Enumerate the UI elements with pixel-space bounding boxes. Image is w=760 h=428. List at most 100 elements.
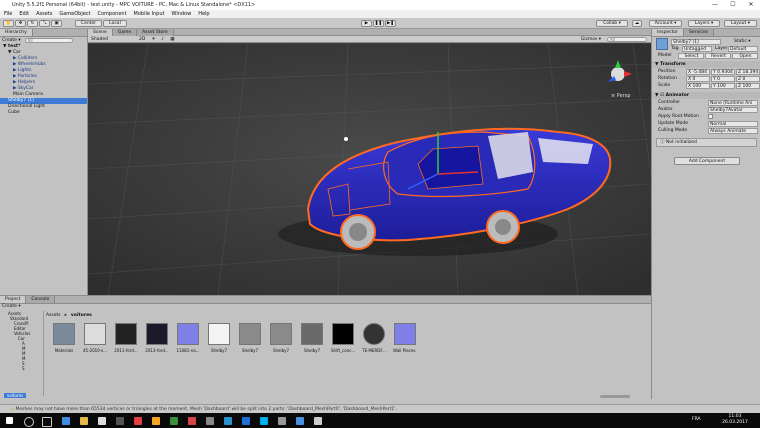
app-icon[interactable] [206,417,214,425]
transform-header[interactable]: ▼ Transform [652,61,760,68]
center-toggle[interactable]: Center [75,20,102,27]
prefab-select-button[interactable]: Select [678,53,704,59]
controller-field[interactable]: None (Runtime Ani [708,100,758,106]
scale-tool-icon[interactable]: ⤡ [39,20,50,27]
2d-toggle[interactable]: 2D [139,36,145,43]
rotation-y-field[interactable]: Y 0 [711,76,735,82]
position-x-field[interactable]: X -5.484 [686,69,710,75]
status-bar[interactable]: ⚠ Meshes may not have more than 65534 ve… [0,404,760,413]
position-y-field[interactable]: Y 0.9304 [711,69,735,75]
step-button[interactable]: ▶❚ [385,20,396,27]
scene-search-input[interactable]: All [607,36,647,42]
asset-tile[interactable]: Shelby7 [238,323,262,353]
avatar-field[interactable]: Shelby7Avatar [708,107,758,113]
app-icon[interactable] [134,417,142,425]
culling-mode-dropdown[interactable]: Always Animate [708,128,758,134]
prefab-open-button[interactable]: Open [732,53,758,59]
windows-start-icon[interactable] [6,417,13,424]
hand-tool-icon[interactable]: ✋ [3,20,14,27]
tab-services[interactable]: Services [684,29,714,36]
search-icon[interactable] [24,417,34,427]
asset-tile[interactable]: 2011-ford... [114,323,138,353]
minimize-button[interactable]: — [706,0,724,10]
effects-toggle-icon[interactable]: ▦ [170,36,174,43]
store-icon[interactable] [98,417,106,425]
prefab-revert-button[interactable]: Revert [705,53,731,59]
skype-icon[interactable] [260,417,268,425]
app-icon[interactable] [296,417,304,425]
app-icon[interactable] [224,417,232,425]
local-toggle[interactable]: Local [103,20,127,27]
tag-dropdown[interactable]: Untagged [682,46,712,52]
asset-tile[interactable]: Shelby7 [269,323,293,353]
hierarchy-create-button[interactable]: Create ▾ [2,38,21,43]
scale-z-field[interactable]: Z 100 [736,83,760,89]
play-button[interactable]: ▶ [361,20,372,27]
hierarchy-item-cube[interactable]: Cube [8,110,20,116]
scale-y-field[interactable]: Y 100 [711,83,735,89]
scale-x-field[interactable]: X 100 [686,83,710,89]
layers-dropdown[interactable]: Layers ▾ [688,20,720,27]
menu-window[interactable]: Window [171,10,191,18]
persp-label[interactable]: ≡ Persp [611,93,631,99]
app-icon[interactable] [152,417,160,425]
shading-mode-dropdown[interactable]: Shaded [91,36,131,43]
menu-edit[interactable]: Edit [19,10,29,18]
rect-tool-icon[interactable]: ▣ [51,20,62,27]
layout-dropdown[interactable]: Layout ▾ [724,20,757,27]
menu-component[interactable]: Component [98,10,127,18]
asset-tile[interactable]: TE-MERDF... [362,323,386,353]
app-icon[interactable] [242,417,250,425]
edge-icon[interactable] [62,417,70,425]
menu-mobile-input[interactable]: Mobile Input [134,10,165,18]
project-create-button[interactable]: Create ▾ [2,304,21,309]
asset-tile[interactable]: Wall Pieces... [393,323,417,353]
asset-tile[interactable]: 45-2010-s... [83,323,107,353]
rotation-z-field[interactable]: Z 0 [736,76,760,82]
asset-tile[interactable]: Shelby7 [207,323,231,353]
gizmos-dropdown[interactable]: Gizmos ▾ [581,36,601,43]
move-tool-icon[interactable]: ✥ [15,20,26,27]
app-icon[interactable] [278,417,286,425]
file-explorer-icon[interactable] [80,417,88,425]
tab-hierarchy[interactable]: Hierarchy [0,29,33,36]
asset-tile[interactable]: 11081-na... [176,323,200,353]
add-component-button[interactable]: Add Component [674,157,740,165]
rotation-x-field[interactable]: X 0 [686,76,710,82]
unity-icon[interactable] [116,417,124,425]
asset-tile[interactable]: Shelby7 [300,323,324,353]
app-icon[interactable] [170,417,178,425]
hierarchy-search-input[interactable]: All [24,38,73,43]
object-name-input[interactable]: Shelby7 (1) [671,39,721,45]
menu-file[interactable]: File [4,10,12,18]
asset-tile[interactable]: Shift_conc... [331,323,355,353]
pause-button[interactable]: ❚❚ [373,20,384,27]
update-mode-dropdown[interactable]: Normal [708,121,758,127]
apply-root-motion-checkbox[interactable] [708,114,713,119]
layer-dropdown[interactable]: Default [728,46,758,52]
lighting-toggle-icon[interactable]: ☀ [151,36,155,43]
tree-item-s2[interactable]: S [0,366,43,371]
cloud-icon[interactable]: ☁ [632,20,642,27]
menu-assets[interactable]: Assets [36,10,52,18]
close-button[interactable]: ✕ [742,0,760,10]
app-icon[interactable] [314,417,322,425]
audio-toggle-icon[interactable]: ♪ [161,36,164,43]
asset-tile[interactable]: 2013-ford... [145,323,169,353]
language-indicator[interactable]: FRA [692,417,701,422]
thumbnail-size-slider[interactable] [600,395,630,398]
scene-viewport[interactable]: ≡ Persp [88,44,651,295]
animator-header[interactable]: ▼ ☑ Animator [652,92,760,99]
menu-help[interactable]: Help [198,10,209,18]
position-z-field[interactable]: Z 18.394 [736,69,760,75]
collab-button[interactable]: Collab ▾ [596,20,628,27]
rotate-tool-icon[interactable]: ↻ [27,20,38,27]
account-dropdown[interactable]: Account ▾ [649,20,682,27]
asset-tile[interactable]: Materials [52,323,76,353]
tab-inspector[interactable]: Inspector [652,29,684,36]
tab-project[interactable]: Project [0,296,27,303]
maximize-button[interactable]: ☐ [724,0,742,10]
clock[interactable]: 11:03 26.03.2017 [718,414,752,426]
menu-gameobject[interactable]: GameObject [59,10,90,18]
app-icon[interactable] [188,417,196,425]
